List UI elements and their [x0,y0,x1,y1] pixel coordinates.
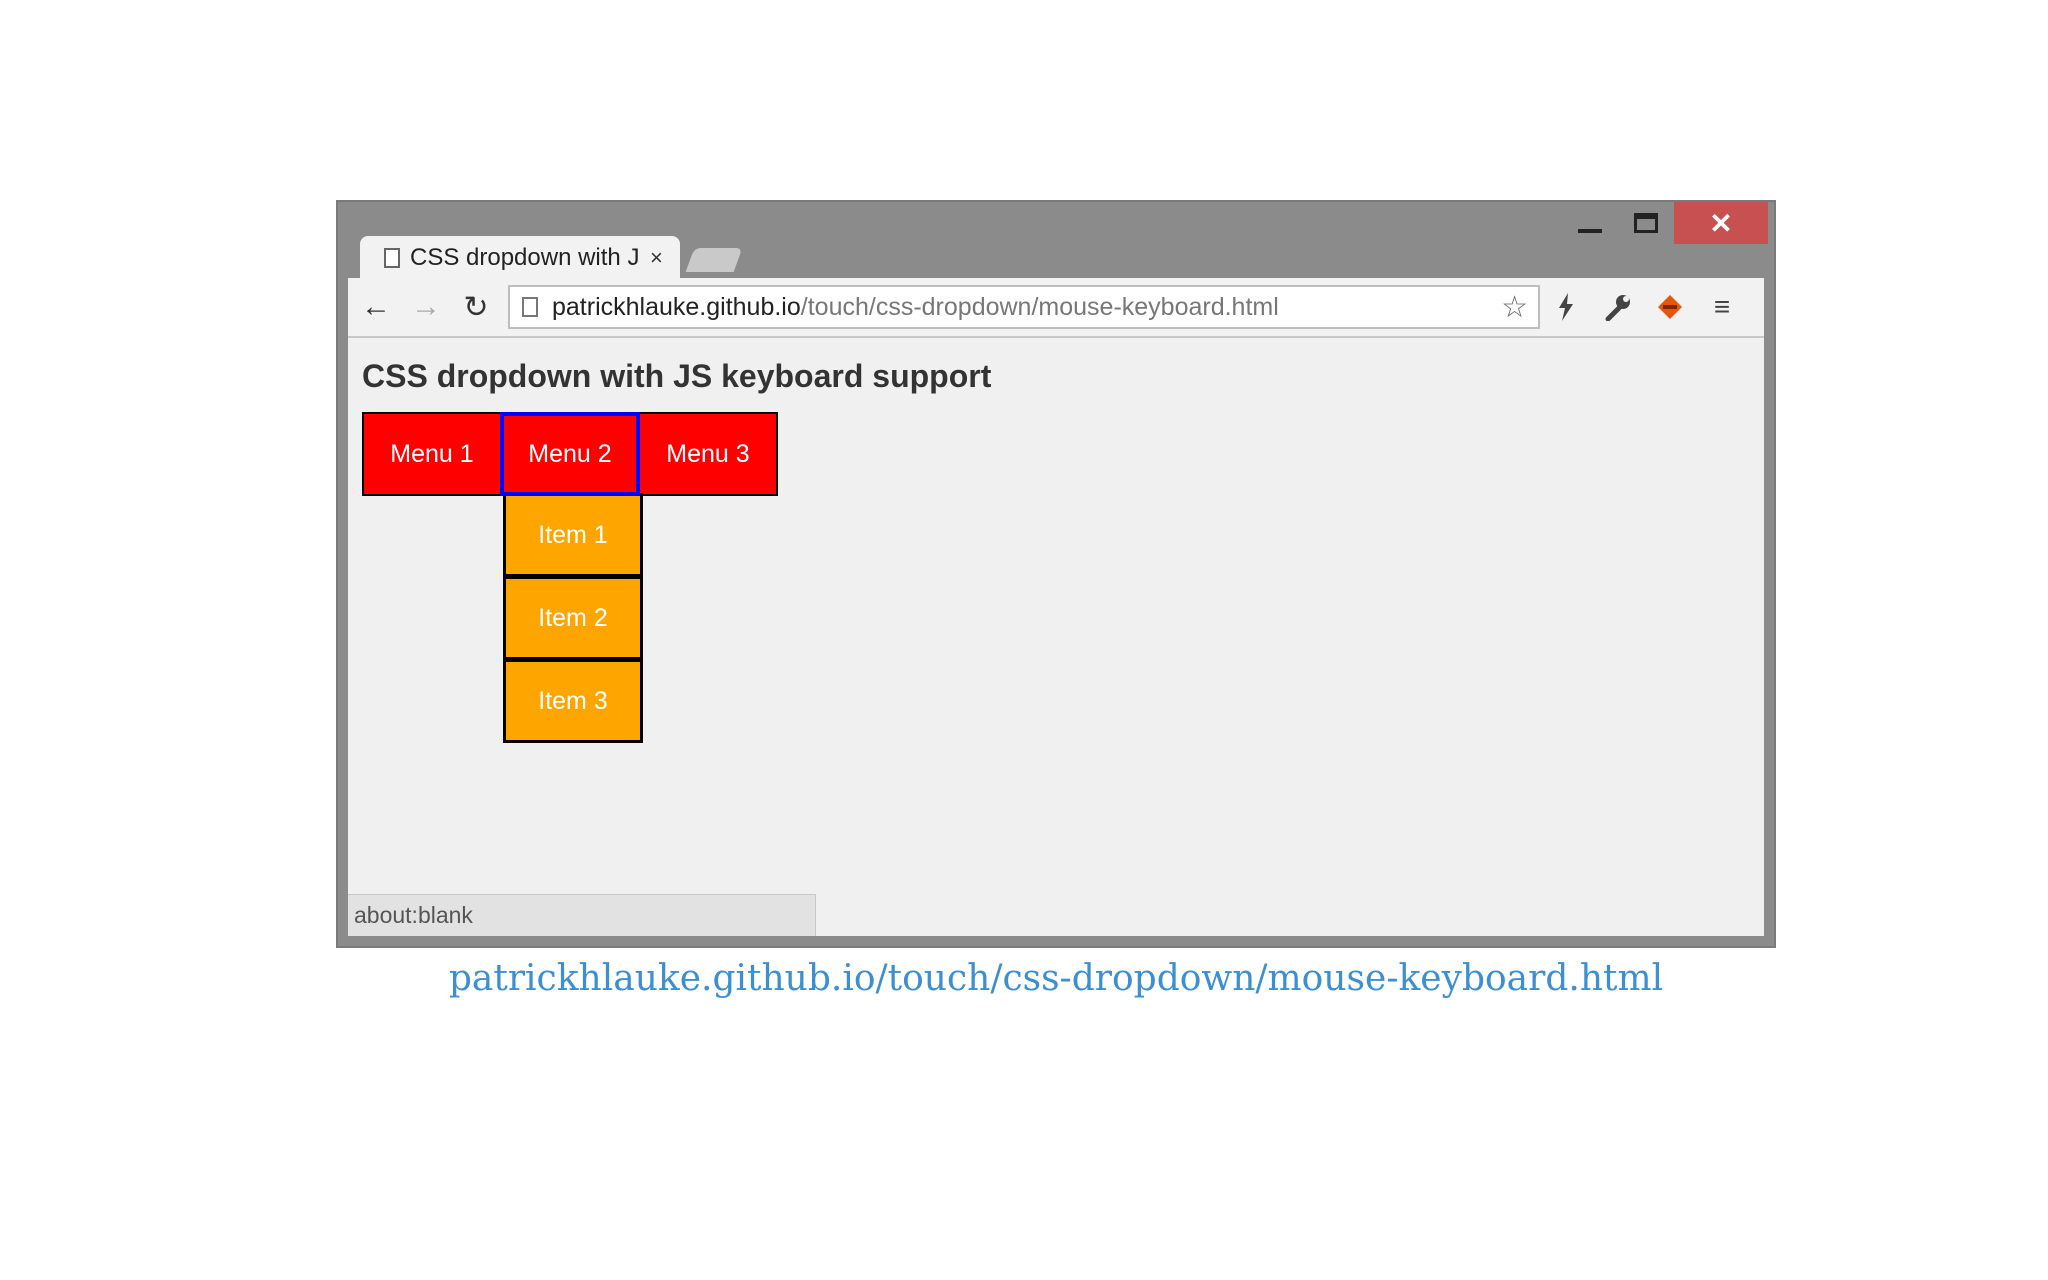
caption-link[interactable]: patrickhlauke.github.io/touch/css-dropdo… [0,958,2048,999]
page-viewport: CSS dropdown with JS keyboard support Me… [348,338,1764,936]
submenu-item-2[interactable]: Item 2 [503,576,643,660]
url-host: patrickhlauke.github.io [552,292,801,321]
tab-close-icon[interactable]: × [650,245,663,271]
menu-item-1[interactable]: Menu 1 [362,412,502,496]
status-bar: about:blank [348,894,816,936]
reload-button[interactable]: ↻ [454,285,498,329]
lightning-icon[interactable] [1540,285,1592,329]
tab-title: CSS dropdown with JS keyboard support [410,244,640,271]
menu-item-3[interactable]: Menu 3 [638,412,778,496]
maximize-button[interactable] [1618,202,1674,244]
menu-item-2[interactable]: Menu 2 [500,412,640,496]
toolbar: ← → ↻ patrickhlauke.github.io/touch/css-… [348,278,1764,338]
forward-button[interactable]: → [404,285,448,329]
page-heading: CSS dropdown with JS keyboard support [362,358,992,394]
minimize-button[interactable] [1562,202,1618,244]
orange-diamond-icon[interactable] [1644,285,1696,329]
bookmark-star-icon[interactable]: ☆ [1501,290,1528,325]
close-window-button[interactable]: ✕ [1674,202,1768,244]
page-icon [384,248,400,268]
maximize-icon [1634,213,1658,233]
submenu-item-3[interactable]: Item 3 [503,659,643,743]
submenu: Item 1 Item 2 Item 3 [503,493,643,743]
url-path: /touch/css-dropdown/mouse-keyboard.html [800,292,1279,321]
chrome-menu-icon[interactable]: ≡ [1696,285,1748,329]
new-tab-button[interactable] [685,248,743,272]
browser-window: ✕ CSS dropdown with JS keyboard support … [336,200,1776,948]
back-button[interactable]: ← [354,285,398,329]
minimize-icon [1578,229,1602,233]
slide: ✕ CSS dropdown with JS keyboard support … [0,0,2048,1280]
address-bar[interactable]: patrickhlauke.github.io/touch/css-dropdo… [508,285,1540,329]
dropdown-menu-bar: Menu 1 Menu 2 Menu 3 [362,412,778,496]
submenu-item-1[interactable]: Item 1 [503,493,643,577]
browser-tab[interactable]: CSS dropdown with JS keyboard support × [360,236,680,280]
page-icon [522,297,538,317]
wrench-icon[interactable] [1592,285,1644,329]
window-controls: ✕ [1562,202,1768,246]
